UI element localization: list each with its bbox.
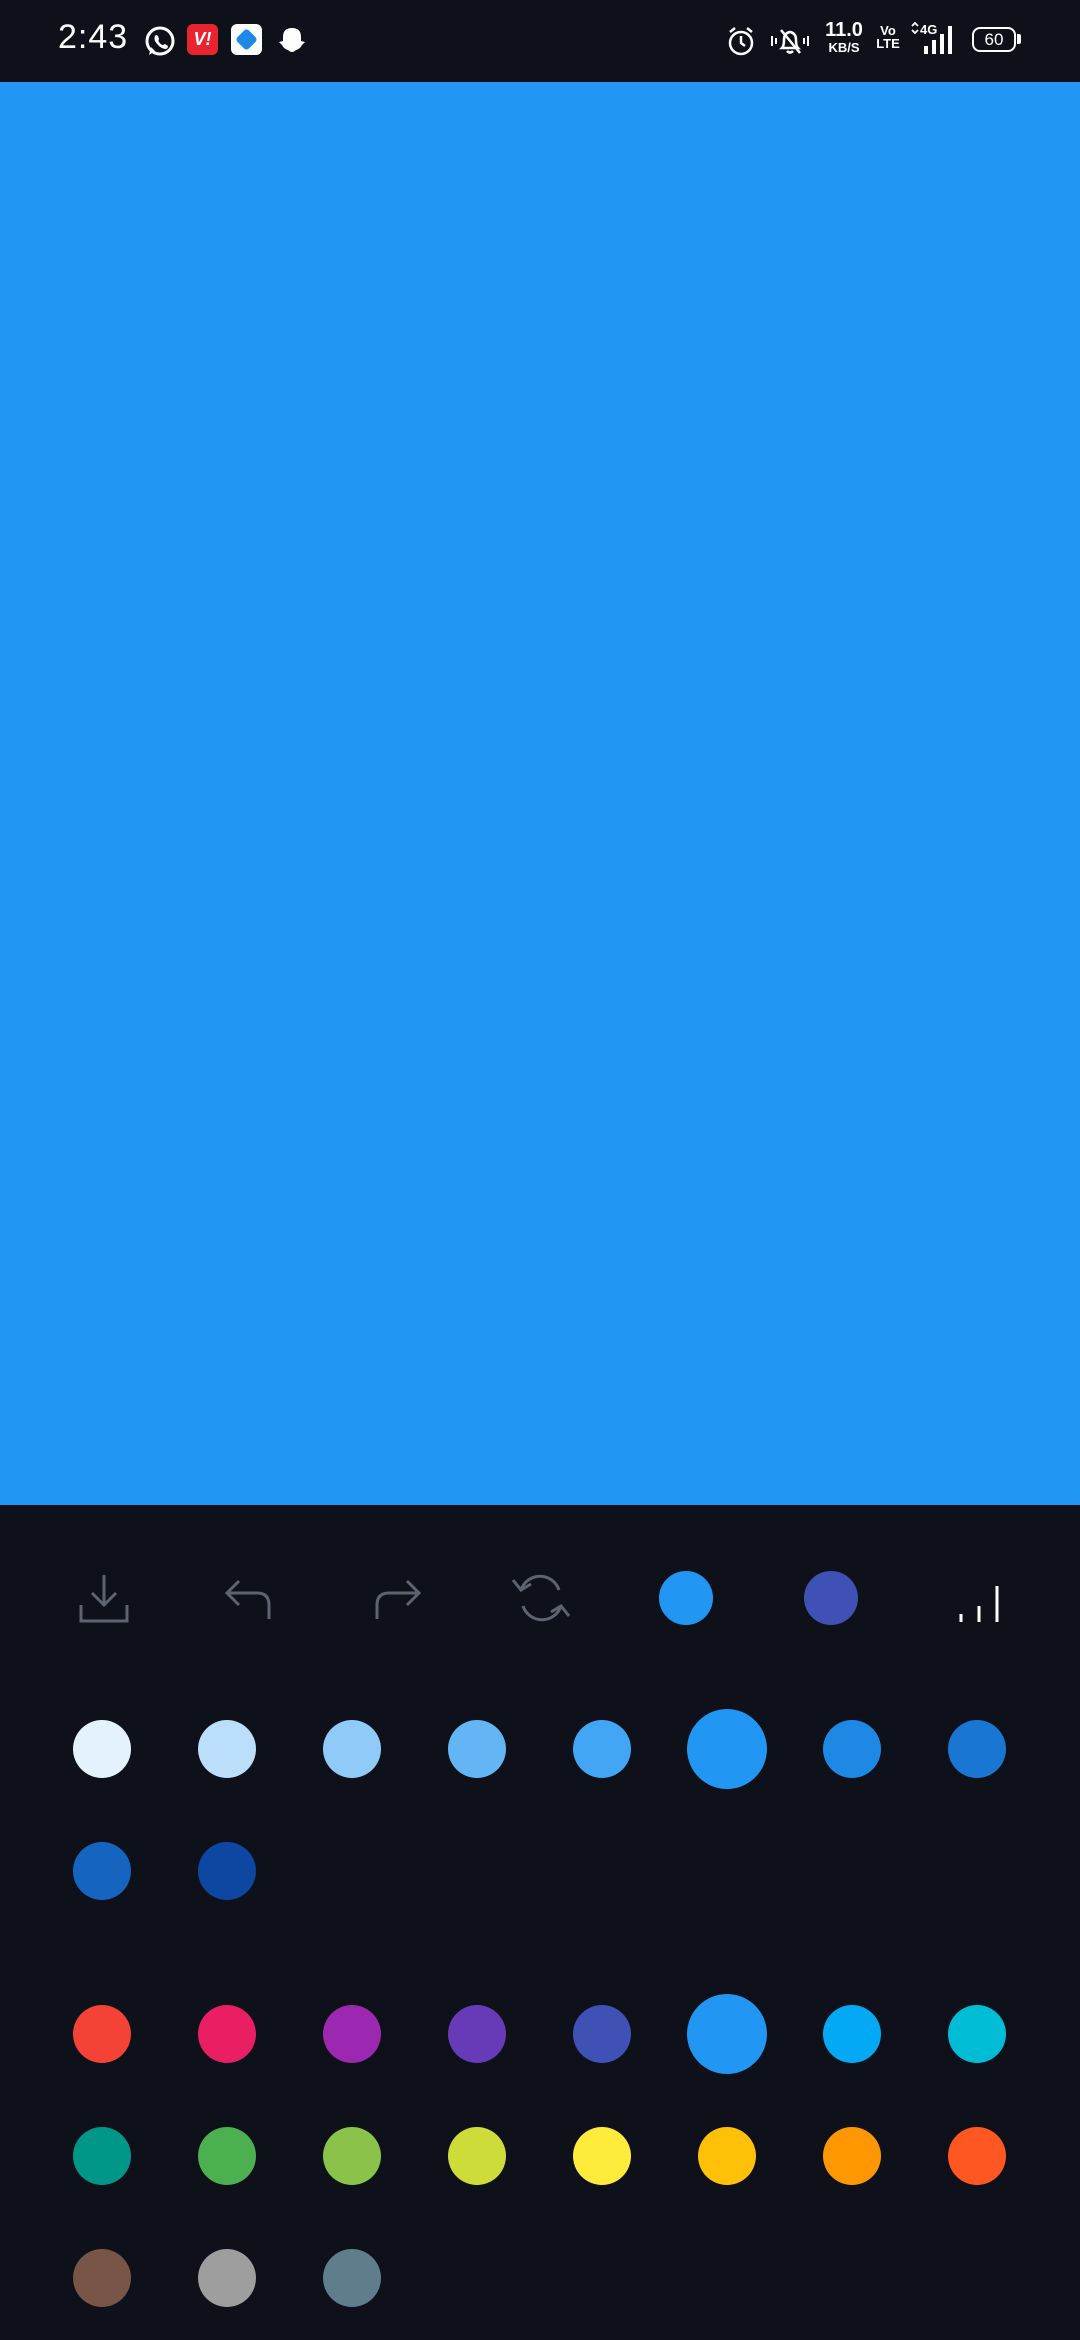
alarm-icon xyxy=(728,27,754,56)
hue-swatch[interactable] xyxy=(823,2005,881,2063)
secondary-color-swatch[interactable] xyxy=(804,1571,858,1625)
hue-swatch[interactable] xyxy=(73,2005,131,2063)
hue-swatch[interactable] xyxy=(323,2249,381,2307)
hue-swatch[interactable] xyxy=(323,2127,381,2185)
hue-swatch[interactable] xyxy=(448,2005,506,2063)
hue-swatch[interactable] xyxy=(823,2127,881,2185)
shade-swatch[interactable] xyxy=(198,1720,256,1778)
shade-swatch-selected[interactable] xyxy=(687,1709,767,1789)
hue-swatch[interactable] xyxy=(323,2005,381,2063)
network-speed: 11.0 KB/S xyxy=(825,19,863,55)
vibrate-mute-icon xyxy=(771,29,809,54)
brush-size-button[interactable] xyxy=(947,1568,1007,1628)
download-icon xyxy=(79,1575,129,1623)
hue-swatch[interactable] xyxy=(573,2005,631,2063)
primary-color-swatch[interactable] xyxy=(659,1571,713,1625)
redo-icon xyxy=(375,1579,422,1619)
refresh-button[interactable] xyxy=(511,1568,571,1628)
hue-swatch[interactable] xyxy=(573,2127,631,2185)
undo-button[interactable] xyxy=(220,1568,280,1628)
hue-swatch[interactable] xyxy=(698,2127,756,2185)
drawing-canvas[interactable] xyxy=(0,82,1080,1505)
photo-app-icon xyxy=(231,24,262,55)
volte-indicator: Vo LTE xyxy=(876,23,900,51)
brush-size-icon xyxy=(959,1586,999,1622)
shade-swatch[interactable] xyxy=(448,1720,506,1778)
hue-swatch[interactable] xyxy=(448,2127,506,2185)
shade-swatch[interactable] xyxy=(823,1720,881,1778)
hue-swatch[interactable] xyxy=(198,2127,256,2185)
shade-swatch[interactable] xyxy=(948,1720,1006,1778)
hue-swatch[interactable] xyxy=(73,2127,131,2185)
hue-swatch-selected[interactable] xyxy=(687,1994,767,2074)
hue-swatch[interactable] xyxy=(198,2005,256,2063)
hue-swatch[interactable] xyxy=(198,2249,256,2307)
shade-swatch[interactable] xyxy=(73,1720,131,1778)
hue-swatch[interactable] xyxy=(948,2005,1006,2063)
status-bar: 2:43 V! 11.0 KB/S Vo LTE 4G 60 xyxy=(0,0,1080,82)
shade-swatch[interactable] xyxy=(198,1842,256,1900)
signal-icon: 4G xyxy=(908,22,960,58)
refresh-icon xyxy=(511,1574,571,1622)
hue-swatch[interactable] xyxy=(948,2127,1006,2185)
battery-tip xyxy=(1017,34,1021,44)
whatsapp-icon xyxy=(145,26,175,56)
status-time: 2:43 xyxy=(58,18,129,56)
hue-swatch[interactable] xyxy=(73,2249,131,2307)
vi-app-icon: V! xyxy=(187,24,218,55)
shade-swatch[interactable] xyxy=(73,1842,131,1900)
redo-button[interactable] xyxy=(366,1568,426,1628)
undo-icon xyxy=(224,1579,271,1619)
shade-swatch[interactable] xyxy=(323,1720,381,1778)
download-button[interactable] xyxy=(74,1568,134,1628)
snapchat-icon xyxy=(279,28,305,52)
battery-indicator: 60 xyxy=(972,27,1016,52)
shade-swatch[interactable] xyxy=(573,1720,631,1778)
